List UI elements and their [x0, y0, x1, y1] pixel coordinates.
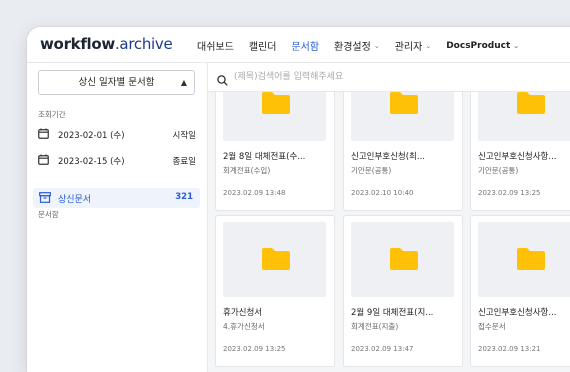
document-card[interactable]: 신고인부호신청(최... 기안문(공통) 2023.02.10 10:40 — [343, 92, 463, 211]
document-box-select[interactable]: 상신 일자별 문서함 ▲ — [38, 70, 195, 95]
folder-icon — [516, 92, 546, 119]
document-title: 2월 9일 대체전표(지... — [351, 308, 434, 318]
document-title: 2월 8일 대체전표(수... — [223, 152, 306, 162]
nav-dashboard[interactable]: 대쉬보드 — [197, 38, 234, 53]
start-date-row[interactable]: 2023-02-01 (수) 시작일 — [38, 128, 196, 142]
search-bar — [208, 63, 570, 92]
folder-icon — [516, 247, 546, 275]
app-window: workflow.archive 대쉬보드 캘린더 문서함 환경설정 ⌄ 관리자 ⌄… — [27, 27, 570, 372]
chevron-down-icon: ⌄ — [373, 41, 380, 50]
document-card[interactable]: 2월 8일 대체전표(수... 회계전표(수입) 2023.02.09 13:4… — [215, 92, 335, 211]
document-date: 2023.02.10 10:40 — [351, 189, 414, 197]
archive-box-icon — [39, 192, 51, 206]
start-date-value: 2023-02-01 (수) — [58, 131, 125, 141]
document-thumbnail — [478, 222, 570, 297]
document-title: 신고인부호신청사항... — [478, 308, 557, 318]
end-date-value: 2023-02-15 (수) — [58, 157, 125, 167]
document-date: 2023.02.09 13:48 — [223, 189, 286, 197]
folder-icon — [389, 247, 419, 275]
chevron-down-icon: ⌄ — [513, 41, 520, 50]
document-thumbnail — [351, 222, 454, 297]
document-type: 4.휴가신청서 — [223, 322, 265, 331]
nav-calendar[interactable]: 캘린더 — [249, 38, 277, 53]
calendar-icon — [38, 154, 49, 168]
document-date: 2023.02.09 13:21 — [478, 345, 541, 353]
document-type: 회계전표(수입) — [223, 166, 271, 175]
nav-docsproduct[interactable]: DocsProduct ⌄ — [446, 38, 519, 53]
document-thumbnail — [223, 222, 326, 297]
folder-icon — [261, 247, 291, 275]
document-title: 휴가신청서 — [223, 308, 263, 318]
document-date: 2023.02.09 13:25 — [223, 345, 286, 353]
folder-icon — [261, 92, 291, 119]
nav-admin[interactable]: 관리자 ⌄ — [395, 38, 432, 54]
nav-settings[interactable]: 환경설정 ⌄ — [334, 38, 380, 54]
document-card[interactable]: 신고인부호신청사항... 접수문서 2023.02.09 13:21 — [470, 215, 570, 367]
sidebar-item-submitted-docs[interactable]: 상신문서 321 — [33, 188, 200, 208]
main-menu: 대쉬보드 캘린더 문서함 환경설정 ⌄ 관리자 ⌄ DocsProduct ⌄ — [197, 38, 534, 54]
chevron-down-icon: ⌄ — [425, 41, 432, 50]
end-date-tag: 종료일 — [172, 157, 196, 167]
document-card[interactable]: 2월 9일 대체전표(지... 회계전표(지출) 2023.02.09 13:4… — [343, 215, 463, 367]
period-label: 조회기간 — [38, 110, 66, 119]
document-type: 회계전표(지출) — [351, 322, 399, 331]
document-thumbnail — [478, 92, 570, 141]
document-title: 신고인부호신청(최... — [351, 152, 425, 162]
document-type: 기안문(공통) — [351, 166, 392, 175]
document-type: 접수문서 — [478, 322, 506, 331]
document-type: 기안문(공통) — [478, 166, 519, 175]
start-date-tag: 시작일 — [172, 131, 196, 141]
nav-documents[interactable]: 문서함 — [291, 38, 319, 53]
document-card[interactable]: 휴가신청서 4.휴가신청서 2023.02.09 13:25 — [215, 215, 335, 367]
sidebar: 상신 일자별 문서함 ▲ 조회기간 2023-02-01 (수) 시작일 202… — [27, 63, 208, 372]
folder-icon — [389, 92, 419, 119]
document-title: 신고인부호신청사항... — [478, 152, 557, 162]
end-date-row[interactable]: 2023-02-15 (수) 종료일 — [38, 154, 196, 168]
document-date: 2023.02.09 13:25 — [478, 189, 541, 197]
calendar-icon — [38, 128, 49, 142]
document-grid: 2월 8일 대체전표(수... 회계전표(수입) 2023.02.09 13:4… — [208, 92, 570, 372]
document-thumbnail — [223, 92, 326, 141]
document-date: 2023.02.09 13:47 — [351, 345, 414, 353]
document-count: 321 — [175, 192, 193, 202]
document-thumbnail — [351, 92, 454, 141]
select-updown-icon: ▲ — [180, 78, 187, 87]
app-logo[interactable]: workflow.archive — [40, 35, 173, 53]
document-box-label: 문서함 — [38, 210, 59, 219]
document-card[interactable]: 신고인부호신청사항... 기안문(공통) 2023.02.09 13:25 — [470, 92, 570, 211]
sidebar-item-label: 상신문서 — [58, 195, 92, 205]
search-icon[interactable] — [217, 71, 228, 90]
search-input[interactable] — [234, 69, 554, 85]
top-nav: workflow.archive 대쉬보드 캘린더 문서함 환경설정 ⌄ 관리자 ⌄… — [27, 27, 570, 63]
